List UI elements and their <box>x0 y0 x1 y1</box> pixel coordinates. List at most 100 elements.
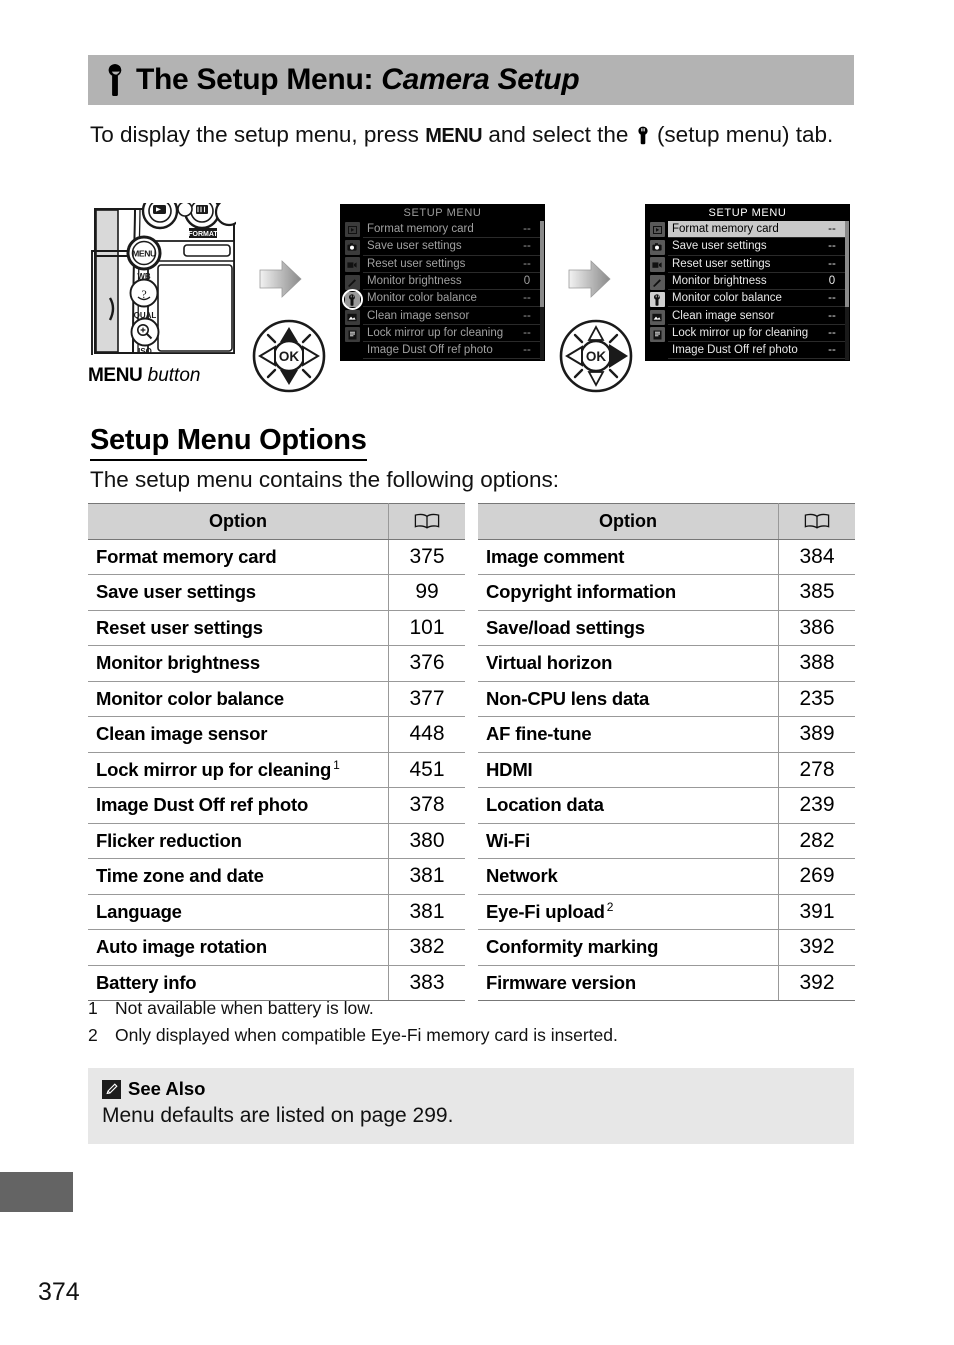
shooting-tab-icon[interactable] <box>344 239 360 255</box>
menu-row[interactable]: Lock mirror up for cleaning -- <box>668 325 845 343</box>
menu-row-value: -- <box>828 257 836 270</box>
menu-row[interactable]: Clean image sensor -- <box>363 307 540 325</box>
footnotes: 1 Not available when battery is low. 2 O… <box>88 995 858 1049</box>
page-edge-tab <box>0 1172 73 1212</box>
footnote-item: 2 Only displayed when compatible Eye-Fi … <box>88 1022 858 1049</box>
movie-tab-icon[interactable] <box>649 257 665 272</box>
shooting-tab-icon[interactable] <box>649 239 665 255</box>
retouch-tab-icon[interactable] <box>344 309 360 325</box>
multi-selector-up-down-icon: OK <box>251 318 327 394</box>
right-arrow-icon <box>256 258 304 300</box>
recent-settings-tab-icon[interactable] <box>649 327 665 342</box>
option-label: Language <box>96 900 182 922</box>
right-arrow-icon <box>565 258 613 300</box>
menu-rows: Format memory card -- Save user settings -… <box>363 221 540 360</box>
movie-tab-icon[interactable] <box>344 257 360 272</box>
intro-paragraph: To display the setup menu, press MENU an… <box>90 118 850 153</box>
figure-row: FORMAT MENU WB ? QUAL ISO MENU button OK… <box>88 192 854 395</box>
menu-row-value: -- <box>828 292 836 305</box>
footnote-marker: 1 <box>333 758 340 773</box>
menu-row[interactable]: Clean image sensor -- <box>668 307 845 325</box>
menu-row-value: 0 <box>828 275 836 288</box>
banner-title-italic: Camera Setup <box>381 63 580 96</box>
menu-row-label: Save user settings <box>672 240 767 253</box>
playback-tab-icon[interactable] <box>649 222 665 237</box>
open-book-icon <box>414 513 440 529</box>
menu-row-value: -- <box>828 223 836 236</box>
footnote-number: 1 <box>88 998 98 1018</box>
playback-tab-icon[interactable] <box>344 222 360 237</box>
menu-row[interactable]: Save user settings -- <box>363 238 540 256</box>
menu-rows: Format memory card -- Save user settings -… <box>668 221 845 360</box>
menu-row[interactable]: Save user settings -- <box>668 238 845 256</box>
menu-row-selected[interactable]: Format memory card -- <box>668 221 845 239</box>
option-label: Firmware version <box>486 971 637 993</box>
menu-row-label: Save user settings <box>367 240 462 253</box>
option-label: Image Dust Off ref photo <box>96 794 309 816</box>
option-label: Wi-Fi <box>486 829 531 851</box>
table-row: Non-CPU lens data 235 <box>478 681 855 717</box>
option-label: Monitor color balance <box>96 687 285 709</box>
setup-tab-icon[interactable] <box>649 292 665 307</box>
menu-row-value: -- <box>828 326 836 339</box>
menu-row-value: -- <box>523 326 531 339</box>
option-label: Lock mirror up for cleaning <box>96 759 332 781</box>
option-label: AF fine-tune <box>486 723 592 745</box>
menu-row-label: Clean image sensor <box>672 309 775 322</box>
setup-tab-icon[interactable] <box>341 289 363 310</box>
option-label: Save user settings <box>96 581 256 603</box>
menu-row[interactable]: Monitor brightness 0 <box>363 273 540 291</box>
menu-scrollbar[interactable] <box>540 221 544 360</box>
menu-row[interactable]: Monitor brightness 0 <box>668 273 845 291</box>
menu-row[interactable]: Monitor color balance -- <box>668 290 845 308</box>
option-label: Time zone and date <box>96 865 264 887</box>
recent-settings-tab-icon[interactable] <box>344 327 360 342</box>
table-row: Auto image rotation 382 <box>88 929 465 966</box>
menu-row[interactable]: Reset user settings -- <box>363 256 540 273</box>
menu-row-label: Reset user settings <box>367 257 466 270</box>
table-row: Time zone and date 381 <box>88 858 465 895</box>
menu-row-label: Monitor color balance <box>672 292 782 305</box>
svg-text:OK: OK <box>586 349 607 364</box>
page-number: 381 <box>388 858 465 895</box>
table-body: Format memory card 375 Save user settings… <box>88 539 465 1001</box>
menu-screen-before: SETUP MENU Format memory card -- Save use… <box>340 204 545 361</box>
custom-settings-tab-icon[interactable] <box>649 274 665 290</box>
see-also-title: See Also <box>128 1078 206 1099</box>
option-label: HDMI <box>486 758 533 780</box>
open-book-icon <box>804 513 830 529</box>
menu-row[interactable]: Format memory card -- <box>363 221 540 239</box>
page-number: 269 <box>778 858 855 895</box>
menu-row[interactable]: Lock mirror up for cleaning -- <box>363 325 540 343</box>
table-row: HDMI 278 <box>478 752 855 788</box>
svg-text:ISO: ISO <box>138 347 152 355</box>
footnote-item: 1 Not available when battery is low. <box>88 995 858 1022</box>
option-label: Location data <box>486 794 604 816</box>
menu-row[interactable]: Reset user settings -- <box>668 256 845 273</box>
table-row: Clean image sensor 448 <box>88 716 465 753</box>
menu-scrollbar[interactable] <box>845 221 849 360</box>
menu-row[interactable]: Image Dust Off ref photo -- <box>668 342 845 360</box>
intro-text-3: (setup menu) tab. <box>650 122 834 147</box>
table-row: Reset user settings 101 <box>88 610 465 646</box>
svg-text:FORMAT: FORMAT <box>188 231 218 238</box>
table-row: Conformity marking 392 <box>478 929 855 966</box>
page-number: 386 <box>778 610 855 646</box>
multi-selector-right-icon: OK <box>558 318 634 394</box>
menu-row-value: -- <box>523 344 531 357</box>
menu-row[interactable]: Image Dust Off ref photo -- <box>363 342 540 360</box>
custom-settings-tab-icon[interactable] <box>344 274 360 290</box>
menu-row[interactable]: Monitor color balance -- <box>363 290 540 308</box>
menu-row-value: -- <box>523 309 531 322</box>
retouch-tab-icon[interactable] <box>649 309 665 325</box>
menu-row-label: Monitor brightness <box>672 275 767 288</box>
table-row: Copyright information 385 <box>478 574 855 611</box>
table-row: Location data 239 <box>478 787 855 824</box>
menu-button-caption-italic: button <box>142 365 201 386</box>
option-label: Virtual horizon <box>486 652 613 674</box>
chapter-banner: The Setup Menu: Camera Setup <box>88 55 854 105</box>
table-row: Image comment 384 <box>478 539 855 575</box>
menu-row-value: 0 <box>523 275 531 288</box>
page-number: 384 <box>778 539 855 575</box>
page-number: 239 <box>778 787 855 824</box>
